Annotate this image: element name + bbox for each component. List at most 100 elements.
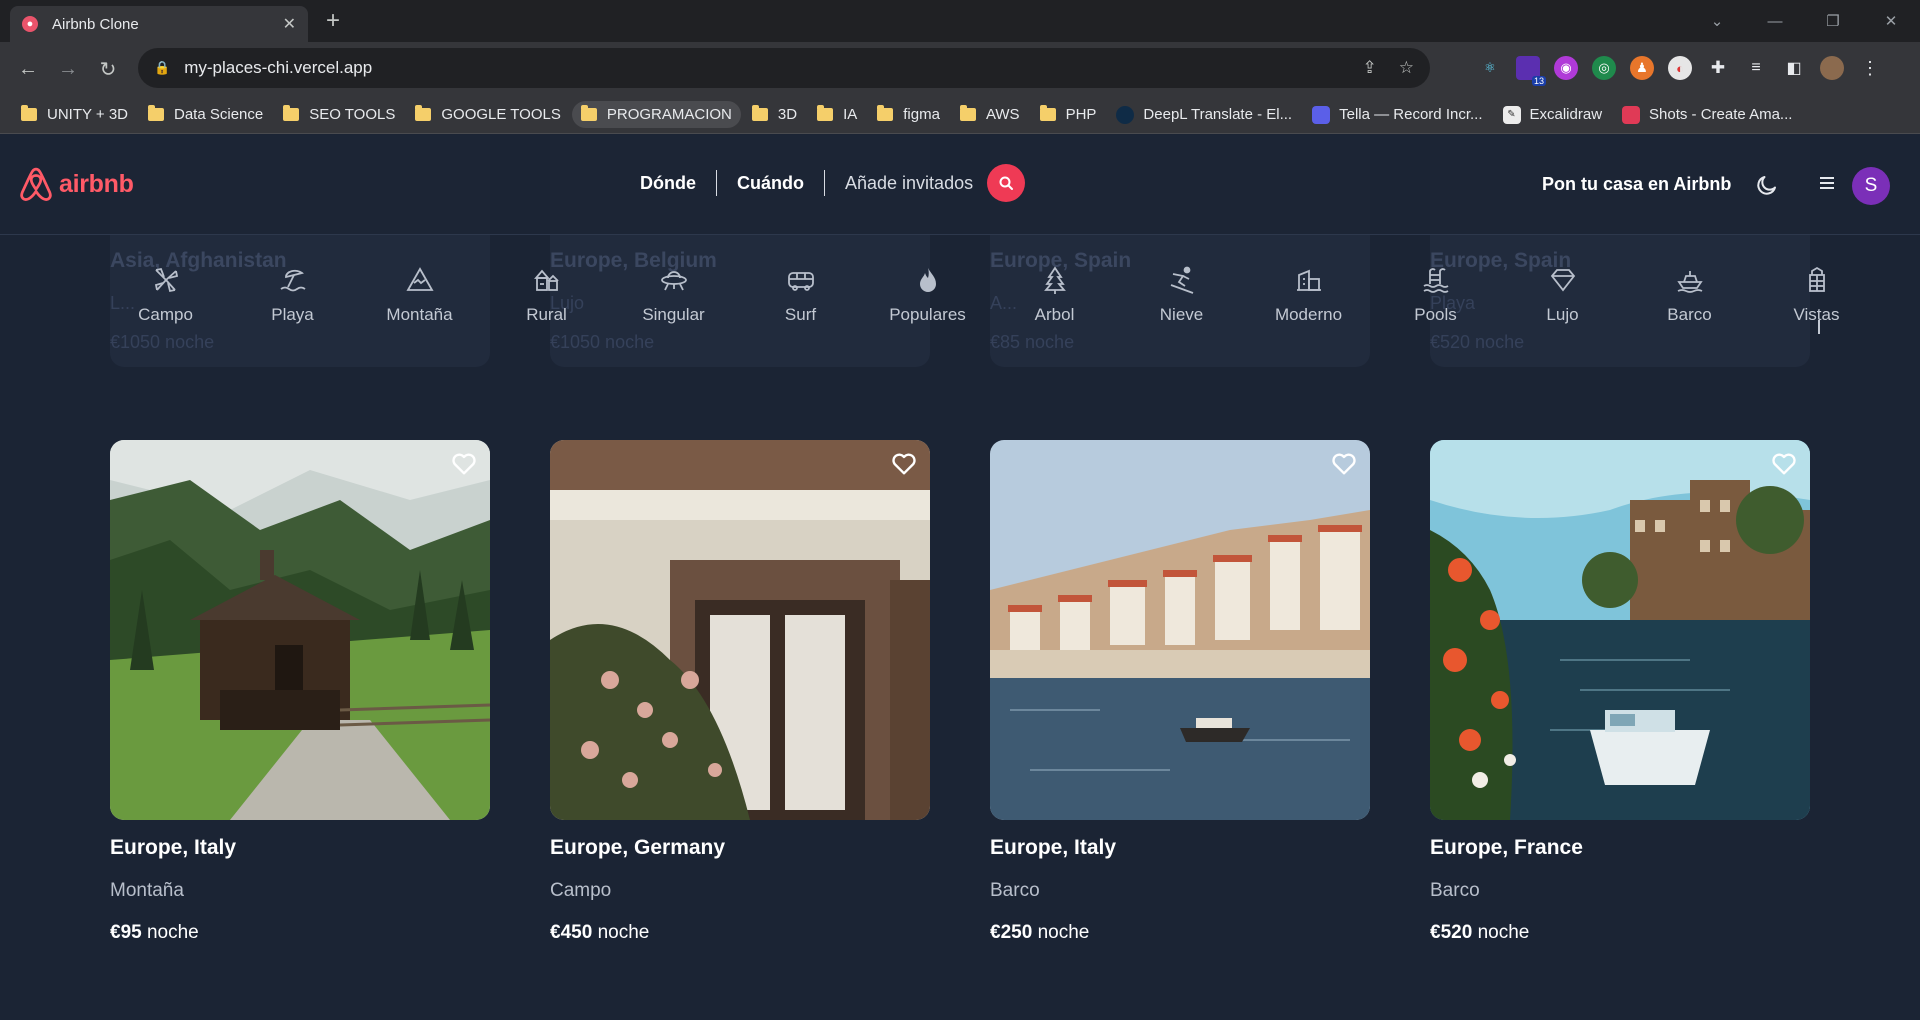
new-tab-button[interactable]: + bbox=[326, 9, 340, 33]
bookmark-folder[interactable]: figma bbox=[868, 101, 949, 128]
category-vistas[interactable]: Vistas bbox=[1753, 265, 1880, 325]
url-text[interactable]: my-places-chi.vercel.app bbox=[184, 58, 1340, 78]
category-pools[interactable]: Pools bbox=[1372, 265, 1499, 325]
favorite-heart-icon[interactable] bbox=[1330, 450, 1358, 478]
folder-icon bbox=[415, 105, 432, 121]
host-your-home-link[interactable]: Pon tu casa en Airbnb bbox=[1542, 174, 1731, 195]
ghost-card-price: €1050 noche bbox=[550, 332, 655, 352]
window-flowers-photo bbox=[550, 440, 930, 820]
search-where[interactable]: Dónde bbox=[620, 173, 716, 194]
media-queue-icon[interactable]: ≡ bbox=[1744, 56, 1768, 80]
forward-button[interactable]: → bbox=[48, 58, 88, 81]
back-button[interactable]: ← bbox=[8, 58, 48, 81]
bookmark-label: Tella — Record Incr... bbox=[1339, 106, 1483, 123]
bookmark-label: Shots - Create Ama... bbox=[1649, 106, 1793, 123]
menu-icon bbox=[1820, 177, 1834, 189]
listing-card[interactable]: Europe, Germany Campo €450 noche bbox=[550, 440, 930, 944]
listing-photo[interactable] bbox=[550, 440, 930, 820]
favorite-heart-icon[interactable] bbox=[450, 450, 478, 478]
category-singular[interactable]: Singular bbox=[610, 265, 737, 325]
category-montana[interactable]: Montaña bbox=[356, 265, 483, 325]
extension-badge-icon[interactable]: 13 bbox=[1516, 56, 1546, 86]
favorite-heart-icon[interactable] bbox=[890, 450, 918, 478]
category-label: Singular bbox=[642, 305, 705, 324]
tower-icon bbox=[1808, 266, 1825, 292]
share-icon[interactable]: ⇪ bbox=[1363, 58, 1377, 78]
favorite-heart-icon[interactable] bbox=[1770, 450, 1798, 478]
bookmark-site[interactable]: Tella — Record Incr... bbox=[1303, 101, 1491, 129]
restore-button[interactable]: ❐ bbox=[1804, 12, 1862, 30]
bookmark-label: GOOGLE TOOLS bbox=[441, 106, 561, 123]
category-surf[interactable]: Surf bbox=[737, 265, 864, 325]
browser-menu-icon[interactable]: ⋮ bbox=[1858, 56, 1882, 80]
browser-tab[interactable]: ● Airbnb Clone ✕ bbox=[10, 6, 308, 42]
category-moderno[interactable]: Moderno bbox=[1245, 265, 1372, 325]
bookmark-star-icon[interactable]: ☆ bbox=[1399, 58, 1414, 78]
listing-photo[interactable] bbox=[990, 440, 1370, 820]
listing-price-amount: €450 bbox=[550, 922, 593, 943]
airbnb-logo[interactable]: airbnb bbox=[19, 166, 134, 202]
bookmark-site[interactable]: DeepL Translate - El... bbox=[1107, 101, 1301, 129]
bookmark-folder[interactable]: PHP bbox=[1031, 101, 1106, 128]
extension-green-icon[interactable]: ◎ bbox=[1592, 56, 1616, 80]
listing-location: Europe, France bbox=[1430, 836, 1583, 859]
listing-price-unit: noche bbox=[146, 922, 199, 943]
search-bar[interactable]: Dónde Cuándo Añade invitados bbox=[620, 163, 1026, 203]
profile-avatar-icon[interactable] bbox=[1820, 56, 1844, 80]
folder-icon bbox=[751, 105, 768, 121]
hamburger-menu-button[interactable] bbox=[1817, 173, 1837, 198]
category-arbol[interactable]: Arbol bbox=[991, 265, 1118, 325]
search-guests[interactable]: Añade invitados bbox=[825, 173, 987, 194]
side-panel-icon[interactable]: ◧ bbox=[1782, 56, 1806, 80]
close-tab-icon[interactable]: ✕ bbox=[283, 14, 296, 34]
extension-orange-icon[interactable]: ♟ bbox=[1630, 56, 1654, 80]
dark-mode-toggle[interactable] bbox=[1755, 173, 1781, 199]
extension-purple-icon[interactable]: ◉ bbox=[1554, 56, 1578, 80]
category-nieve[interactable]: Nieve bbox=[1118, 265, 1245, 325]
address-bar[interactable]: 🔒 my-places-chi.vercel.app ⇪ ☆ bbox=[138, 48, 1430, 88]
listing-card[interactable]: Europe, France Barco €520 noche bbox=[1430, 440, 1810, 944]
bookmark-folder[interactable]: 3D bbox=[743, 101, 806, 128]
user-avatar[interactable]: S bbox=[1852, 167, 1890, 205]
minimize-button[interactable]: — bbox=[1746, 13, 1804, 30]
flame-icon bbox=[919, 268, 936, 292]
listing-card[interactable]: Europe, Italy Montaña €95 noche bbox=[110, 440, 490, 944]
category-rural[interactable]: Rural bbox=[483, 265, 610, 325]
category-lujo[interactable]: Lujo bbox=[1499, 265, 1626, 325]
bookmark-folder[interactable]: AWS bbox=[951, 101, 1029, 128]
listing-photo[interactable] bbox=[110, 440, 490, 820]
bookmark-folder[interactable]: IA bbox=[808, 101, 866, 128]
listing-photo[interactable] bbox=[1430, 440, 1810, 820]
page-content: Asia, Afghanistan Europe, Belgium Europe… bbox=[0, 135, 1920, 1020]
category-barco[interactable]: Barco bbox=[1626, 265, 1753, 325]
bookmark-folder[interactable]: PROGRAMACION bbox=[571, 101, 741, 128]
bookmark-folder[interactable]: Data Science bbox=[139, 101, 272, 128]
bookmark-folder[interactable]: GOOGLE TOOLS bbox=[406, 101, 570, 128]
bookmark-site[interactable]: ✎ Excalidraw bbox=[1494, 101, 1612, 129]
listing-category: Barco bbox=[1430, 880, 1480, 901]
search-when[interactable]: Cuándo bbox=[717, 173, 824, 194]
ghost-card-price: €1050 noche bbox=[110, 332, 215, 352]
close-window-button[interactable]: ✕ bbox=[1862, 12, 1920, 30]
react-devtools-icon[interactable]: ⚛ bbox=[1478, 56, 1502, 80]
bookmark-folder[interactable]: SEO TOOLS bbox=[274, 101, 404, 128]
search-button[interactable] bbox=[987, 164, 1026, 202]
listing-category: Barco bbox=[990, 880, 1040, 901]
category-populares[interactable]: Populares bbox=[864, 265, 991, 325]
category-label: Barco bbox=[1667, 305, 1712, 324]
tab-search-icon[interactable]: ⌄ bbox=[1688, 12, 1746, 30]
reload-button[interactable]: ↻ bbox=[88, 57, 128, 82]
extensions-puzzle-icon[interactable]: ✚ bbox=[1706, 56, 1730, 80]
folder-icon bbox=[877, 105, 894, 121]
bookmark-folder[interactable]: UNITY + 3D bbox=[12, 101, 137, 128]
folder-icon bbox=[148, 105, 164, 121]
bookmark-site[interactable]: Shots - Create Ama... bbox=[1613, 101, 1801, 129]
category-label: Pools bbox=[1414, 305, 1457, 324]
lock-icon[interactable]: 🔒 bbox=[154, 60, 170, 76]
listing-card[interactable]: Europe, Italy Barco €250 noche bbox=[990, 440, 1370, 944]
category-campo[interactable]: Campo bbox=[102, 265, 229, 325]
extension-color-icon[interactable]: ◐ bbox=[1668, 56, 1692, 80]
category-playa[interactable]: Playa bbox=[229, 265, 356, 325]
listing-price-unit: noche bbox=[1037, 922, 1090, 943]
extension-badge: 13 bbox=[1531, 76, 1546, 86]
